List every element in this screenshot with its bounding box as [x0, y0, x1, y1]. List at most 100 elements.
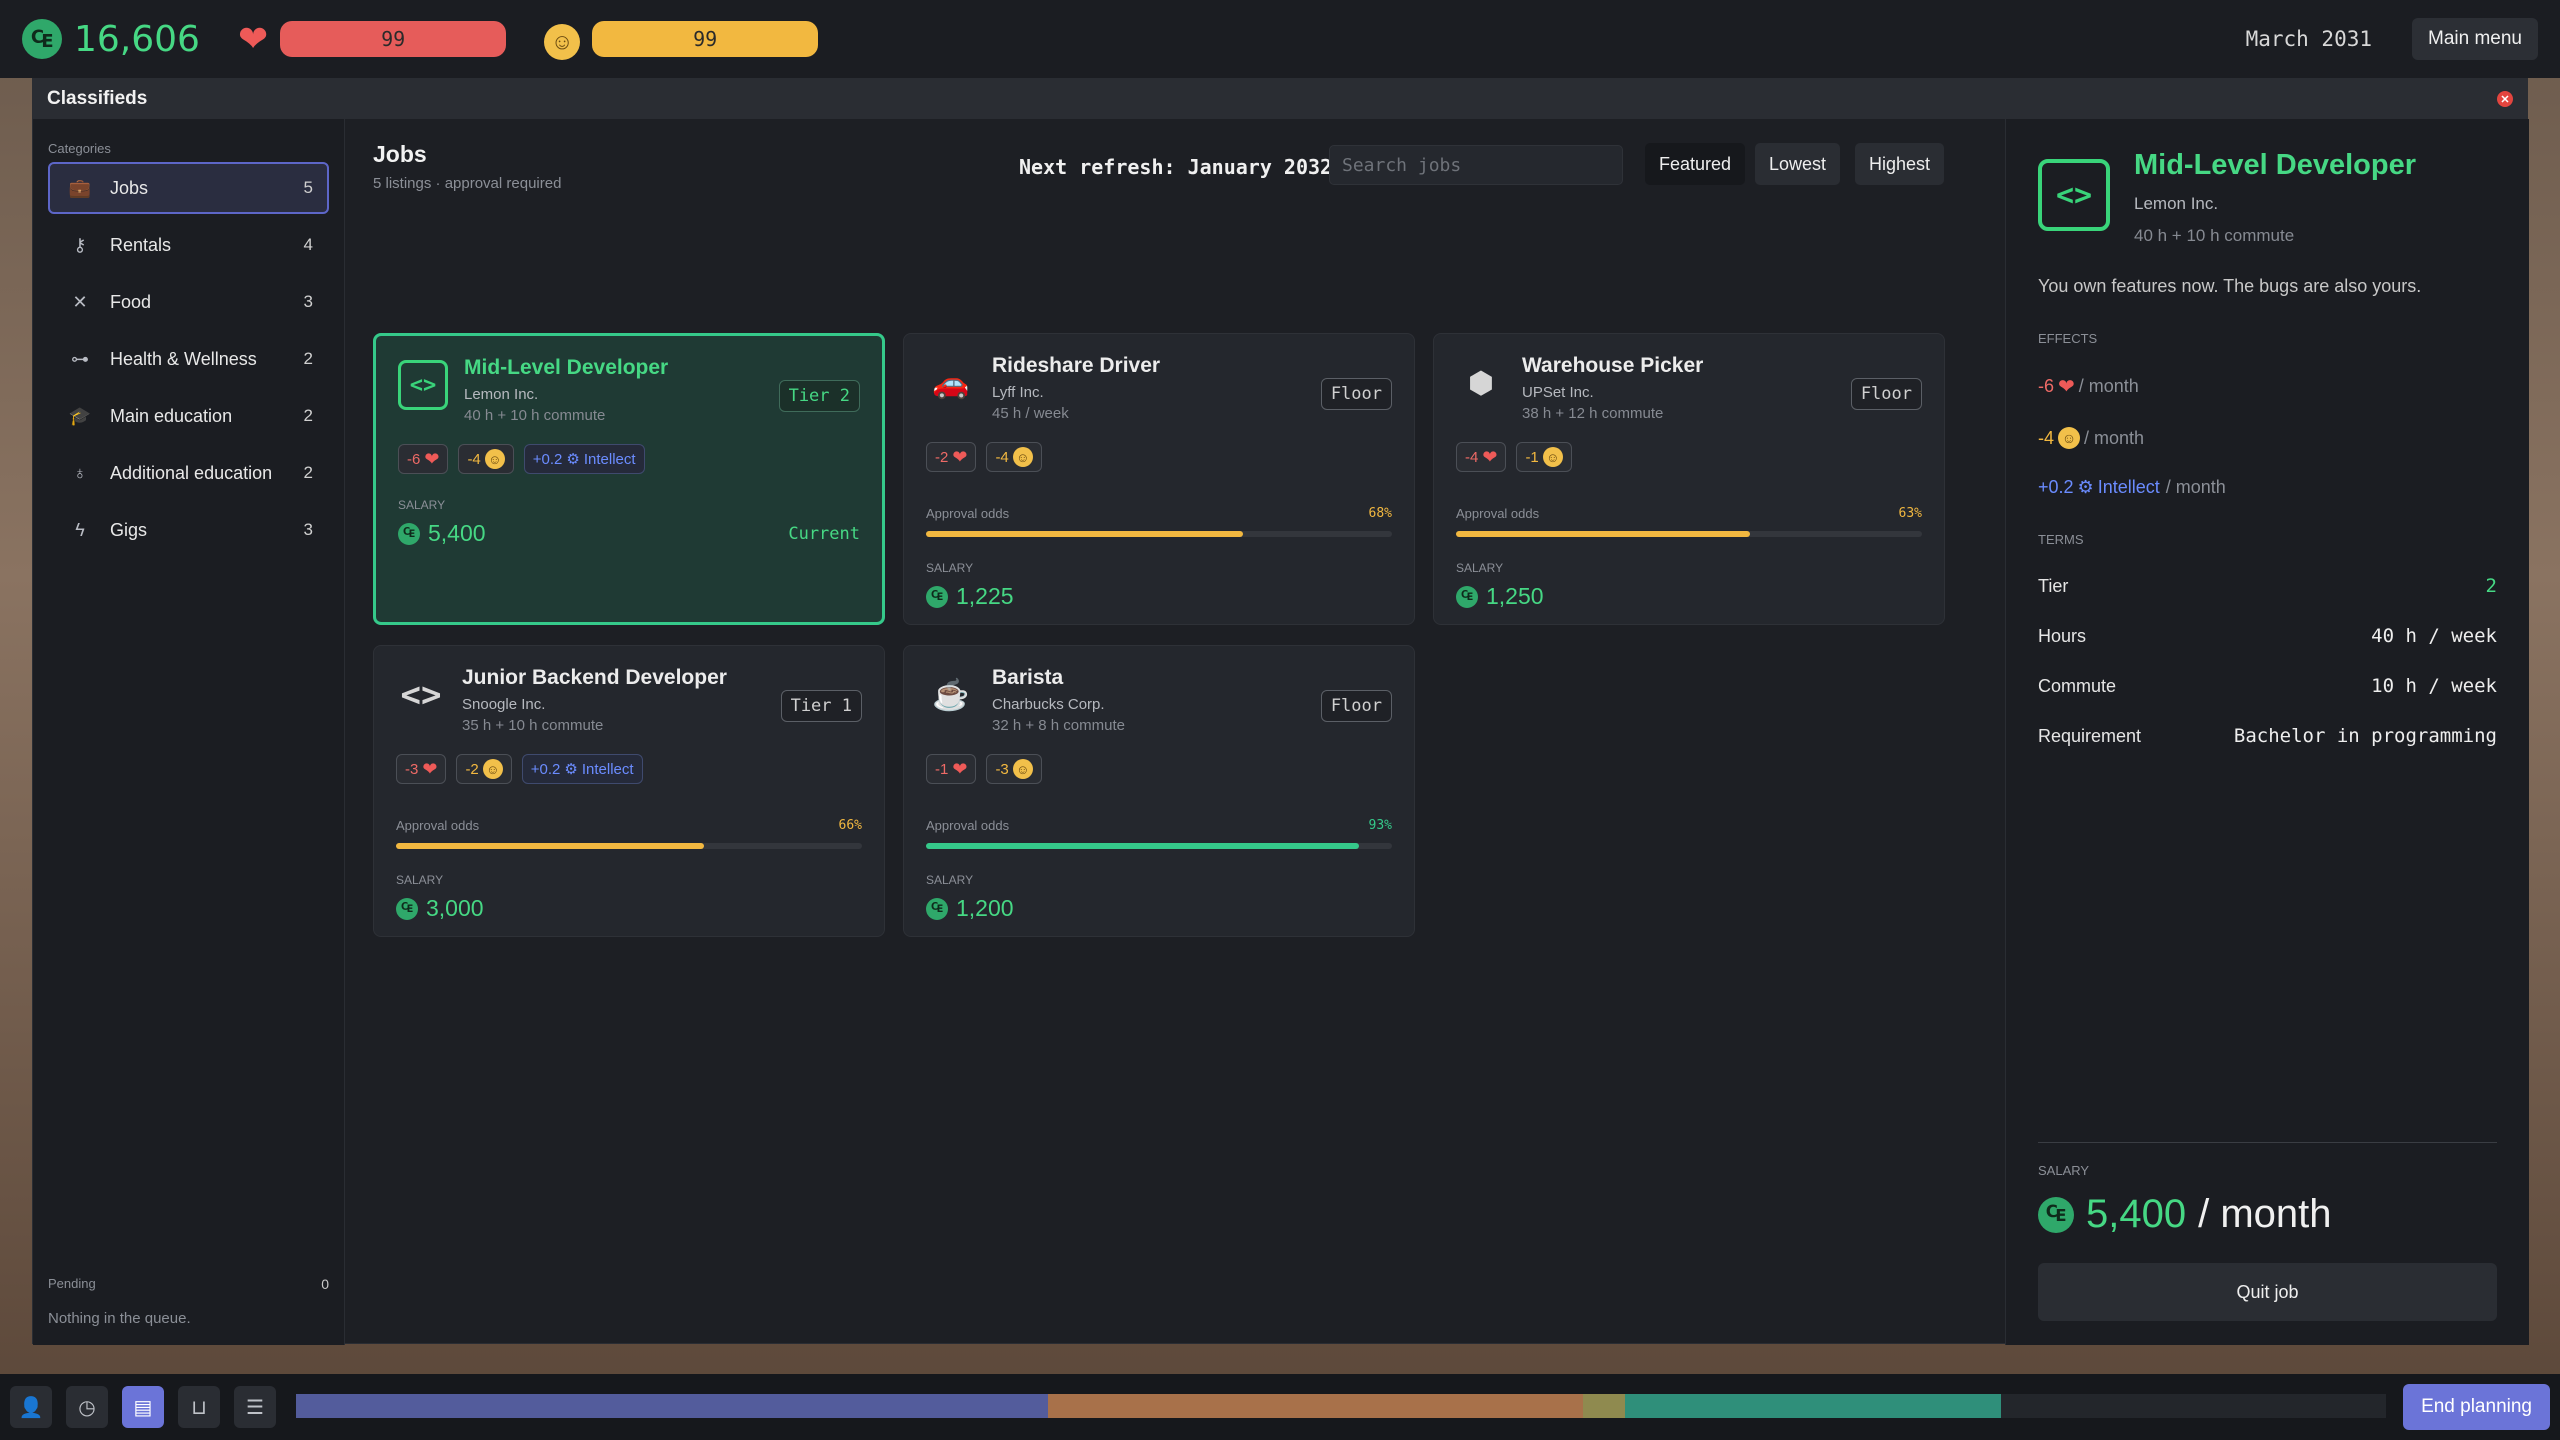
graduation-cap-icon: 🎓 — [68, 405, 92, 426]
term-requirement: Requirement Bachelor in programming — [2038, 725, 2497, 747]
sidebar-item-main-education[interactable]: 🎓 Main education 2 — [48, 390, 329, 442]
job-company: Charbucks Corp. — [992, 696, 1105, 713]
currency-coin-icon: ₠ — [2038, 1196, 2074, 1233]
health-bar: 99 — [280, 21, 507, 57]
job-hours: 45 h / week — [992, 405, 1069, 422]
sidebar-item-label: Rentals — [110, 234, 172, 255]
brain-icon: ⚙ — [2077, 477, 2094, 497]
main-menu-button[interactable]: Main menu — [2412, 18, 2538, 60]
tier-badge: Floor — [1320, 690, 1392, 722]
next-refresh-label: Next refresh: January 2032 — [1019, 155, 1333, 179]
job-company: UPSet Inc. — [1522, 384, 1594, 401]
boxes-icon: ⬢ — [1467, 366, 1495, 400]
currency-coin-icon: ₠ — [926, 897, 948, 920]
close-icon[interactable]: ✕ — [2497, 91, 2513, 107]
sidebar-item-label: Main education — [110, 405, 233, 426]
approval-odds-value: 63% — [1898, 506, 1922, 521]
sidebar-item-food[interactable]: ✕ Food 3 — [48, 276, 329, 328]
health-effect-chip: -1 ❤ — [926, 754, 977, 784]
mood-effect-chip: -2 ☺ — [456, 754, 512, 784]
sidebar-item-rentals[interactable]: ⚷ Rentals 4 — [48, 219, 329, 271]
sidebar-item-jobs[interactable]: 💼 Jobs 5 — [48, 162, 329, 214]
quit-job-button[interactable]: Quit job — [2038, 1263, 2497, 1321]
term-hours: Hours 40 h / week — [2038, 625, 2497, 647]
sort-highest-button[interactable]: Highest — [1855, 143, 1945, 185]
bottom-bar: 👤 ◷ ▤ ⊔ ☰ End planning — [0, 1374, 2560, 1440]
award-icon: ♁ — [73, 462, 87, 483]
salary-label: SALARY — [1456, 561, 1504, 575]
pending-count: 0 — [321, 1276, 329, 1292]
job-card-junior-backend-developer[interactable]: <> Junior Backend Developer Snoogle Inc.… — [373, 645, 885, 937]
salary-label: SALARY — [926, 561, 974, 575]
job-card-barista[interactable]: ☕ Barista Charbucks Corp. 32 h + 8 h com… — [903, 645, 1415, 937]
intellect-effect-chip: +0.2 ⚙ Intellect — [523, 444, 645, 474]
health-effect-chip: -2 ❤ — [926, 442, 977, 472]
approval-odds-label: Approval odds — [926, 506, 1010, 521]
receipt-icon[interactable]: ☰ — [234, 1386, 276, 1428]
heart-icon: ❤ — [1482, 446, 1498, 467]
mood-value: 99 — [693, 27, 718, 51]
mood-effect-chip: -1 ☺ — [1516, 442, 1572, 472]
job-card-rideshare-driver[interactable]: 🚗 Rideshare Driver Lyff Inc. 45 h / week… — [903, 333, 1415, 625]
sidebar-item-label: Jobs — [110, 177, 149, 198]
mood-effect-chip: -3 ☺ — [986, 754, 1042, 784]
salary-value: 5,400 — [428, 520, 486, 546]
approval-odds-value: 93% — [1368, 818, 1392, 833]
intellect-effect-line: +0.2 ⚙ Intellect / month — [2038, 477, 2226, 497]
job-company: Lyff Inc. — [992, 384, 1044, 401]
salary-value: 1,200 — [956, 895, 1014, 921]
health-effect-chip: -6 ❤ — [398, 444, 449, 474]
sidebar-item-count: 4 — [303, 235, 313, 254]
job-title: Rideshare Driver — [992, 354, 1161, 377]
approval-odds-value: 66% — [838, 818, 862, 833]
timeline-segment — [1048, 1394, 1584, 1418]
newspaper-icon[interactable]: ▤ — [122, 1386, 164, 1428]
approval-odds-bar — [926, 531, 1392, 537]
classifieds-window: Classifieds ✕ Categories 💼 Jobs 5 ⚷ Rent… — [32, 78, 2529, 1345]
job-company: Lemon Inc. — [464, 386, 539, 403]
tier-badge: Floor — [1320, 378, 1392, 410]
detail-salary-value: 5,400 — [2086, 1192, 2187, 1236]
smiley-icon: ☺ — [1012, 759, 1033, 779]
sidebar-item-count: 2 — [303, 349, 313, 368]
code-icon: <> — [398, 360, 448, 410]
job-company: Snoogle Inc. — [462, 696, 546, 713]
job-card-warehouse-picker[interactable]: ⬢ Warehouse Picker UPSet Inc. 38 h + 12 … — [1433, 333, 1945, 625]
sidebar-item-additional-education[interactable]: ♁ Additional education 2 — [48, 447, 329, 499]
window-header: Classifieds ✕ — [33, 79, 2527, 119]
bag-icon[interactable]: ⊔ — [178, 1386, 220, 1428]
detail-description: You own features now. The bugs are also … — [2038, 276, 2422, 296]
salary-label: SALARY — [926, 873, 974, 887]
pending-label: Pending — [48, 1276, 96, 1291]
job-title: Mid-Level Developer — [464, 356, 669, 379]
currency-coin-icon: ₠ — [22, 19, 62, 59]
salary-value: 1,225 — [956, 583, 1014, 609]
sidebar-item-gigs[interactable]: ϟ Gigs 3 — [48, 504, 329, 556]
smiley-icon: ☺ — [1012, 447, 1033, 467]
currency-coin-icon: ₠ — [926, 585, 948, 608]
end-planning-button[interactable]: End planning — [2403, 1384, 2550, 1430]
approval-odds-value: 68% — [1368, 506, 1392, 521]
approval-odds-fill — [1456, 531, 1750, 537]
categories-heading: Categories — [48, 141, 111, 156]
sort-lowest-button[interactable]: Lowest — [1755, 143, 1841, 185]
approval-odds-fill — [926, 843, 1360, 849]
time-allocation-bar — [296, 1394, 2386, 1418]
sort-featured-button[interactable]: Featured — [1645, 143, 1746, 185]
clock-icon[interactable]: ◷ — [66, 1386, 108, 1428]
heart-icon: ❤ — [952, 758, 968, 779]
search-input[interactable] — [1329, 145, 1623, 185]
approval-odds-fill — [396, 843, 704, 849]
salary-label: SALARY — [396, 873, 444, 887]
sidebar-item-health-wellness[interactable]: ⊶ Health & Wellness 2 — [48, 333, 329, 385]
detail-company: Lemon Inc. — [2134, 194, 2219, 213]
divider — [2038, 1142, 2497, 1143]
job-card-mid-level-developer[interactable]: <> Mid-Level Developer Lemon Inc. 40 h +… — [373, 333, 885, 625]
approval-odds-bar — [396, 843, 862, 849]
salary-value: 1,250 — [1486, 583, 1544, 609]
key-icon: ⚷ — [73, 234, 87, 255]
sidebar-item-label: Health & Wellness — [110, 348, 257, 369]
person-icon[interactable]: 👤 — [10, 1386, 52, 1428]
sidebar-item-count: 3 — [303, 520, 313, 539]
smiley-icon: ☺ — [482, 759, 503, 779]
